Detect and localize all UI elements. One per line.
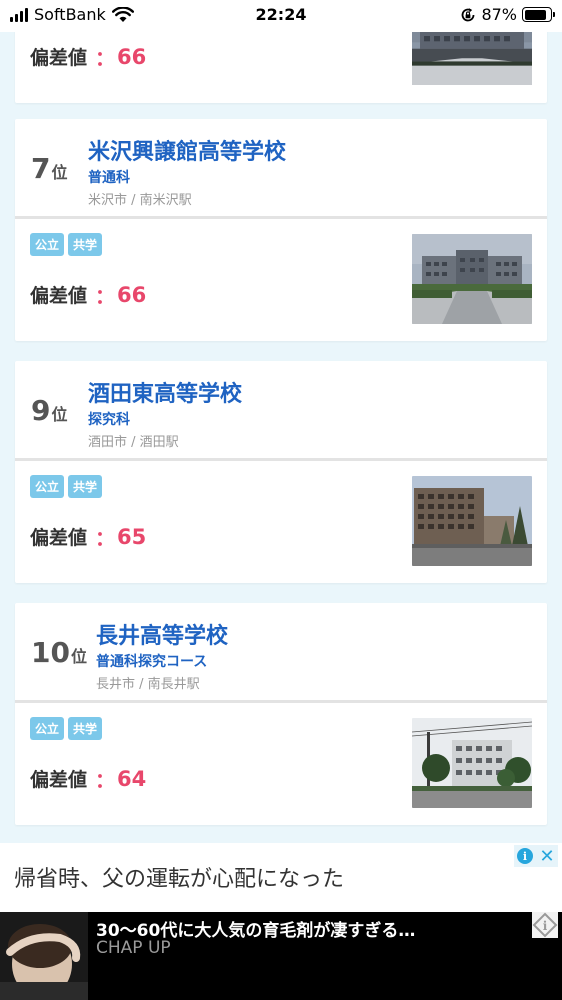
tag-list: 公立 共学 xyxy=(30,475,103,498)
ad-info-button[interactable]: i xyxy=(514,845,536,867)
school-card-header[interactable]: 7 位 米沢興譲館高等学校 普通科 米沢市 / 南米沢駅 xyxy=(15,119,547,219)
hensachi-colon: ： xyxy=(95,284,116,308)
school-card-header[interactable]: 10 位 長井高等学校 普通科探究コース 長井市 / 南長井駅 xyxy=(15,603,547,703)
course-name: 探究科 xyxy=(88,412,130,428)
ad-headline[interactable]: 帰省時、父の運転が心配になった xyxy=(14,861,344,893)
battery-fill xyxy=(524,9,547,20)
school-card[interactable]: 9 位 酒田東高等学校 探究科 酒田市 / 酒田駅 公立 共学 偏差値 ： 65 xyxy=(15,361,547,583)
tag-coed: 共学 xyxy=(68,233,103,256)
orientation-lock-icon xyxy=(462,7,475,21)
hensachi-value: 65 xyxy=(117,524,147,549)
school-location: 米沢市 / 南米沢駅 xyxy=(88,193,192,208)
rank-number: 9 xyxy=(31,394,51,427)
ad-choices-icon[interactable]: i xyxy=(532,912,558,938)
hensachi-row: 偏差値 ： 66 xyxy=(30,280,146,309)
signal-icon xyxy=(10,7,28,22)
hensachi-row: 偏差値 ： 64 xyxy=(30,764,146,793)
status-right: 87% xyxy=(460,5,555,24)
school-photo[interactable] xyxy=(412,718,532,808)
school-photo[interactable] xyxy=(412,234,532,324)
school-card-body: 公立 共学 偏差値 ： 66 xyxy=(15,219,547,341)
wifi-icon xyxy=(111,6,134,22)
course-name: 普通科探究コース xyxy=(96,654,208,670)
carrier-name: SoftBank xyxy=(34,5,106,24)
tag-list: 公立 共学 xyxy=(30,717,103,740)
hensachi-value: 66 xyxy=(117,282,147,307)
tag-public: 公立 xyxy=(30,717,65,740)
tag-coed: 共学 xyxy=(68,475,103,498)
ad-banner-brand: CHAP UP xyxy=(96,938,171,958)
hensachi-row: 偏差値 ： 66 xyxy=(30,42,146,71)
rank-number: 10 xyxy=(31,636,70,669)
school-card-body: 公立 共学 偏差値 ： 65 xyxy=(15,461,547,583)
rank: 9 位 xyxy=(31,394,68,427)
school-location: 長井市 / 南長井駅 xyxy=(96,677,200,692)
hensachi-colon: ： xyxy=(95,526,116,550)
hensachi-value: 64 xyxy=(117,766,147,791)
rank: 10 位 xyxy=(31,636,87,669)
hensachi-label: 偏差値 xyxy=(30,769,88,791)
info-icon: i xyxy=(517,848,533,864)
rank-suffix: 位 xyxy=(70,647,87,666)
rank-number: 7 xyxy=(31,152,51,185)
status-left: SoftBank xyxy=(10,5,134,24)
school-card[interactable]: 7 位 米沢興譲館高等学校 普通科 米沢市 / 南米沢駅 公立 共学 偏差値 ：… xyxy=(15,119,547,341)
hensachi-label: 偏差値 xyxy=(30,285,88,307)
school-photo[interactable] xyxy=(412,476,532,566)
hensachi-colon: ： xyxy=(95,768,116,792)
school-location: 酒田市 / 酒田駅 xyxy=(88,435,179,450)
hensachi-value: 66 xyxy=(117,44,147,69)
battery-icon xyxy=(522,7,555,22)
ad-thumbnail xyxy=(0,912,88,1000)
status-bar: SoftBank 22:24 87% xyxy=(0,0,562,32)
hensachi-row: 偏差値 ： 65 xyxy=(30,522,146,551)
hensachi-label: 偏差値 xyxy=(30,47,88,69)
battery-percent: 87% xyxy=(481,5,517,24)
hensachi-label: 偏差値 xyxy=(30,527,88,549)
ad-banner[interactable]: 30〜60代に大人気の育毛剤が凄すぎる… CHAP UP i xyxy=(0,912,562,1000)
close-icon: ✕ xyxy=(539,845,555,867)
rank-suffix: 位 xyxy=(51,405,68,424)
school-card-header[interactable]: 9 位 酒田東高等学校 探究科 酒田市 / 酒田駅 xyxy=(15,361,547,461)
tag-list: 公立 共学 xyxy=(30,233,103,256)
hensachi-colon: ： xyxy=(95,46,116,70)
school-card[interactable]: 10 位 長井高等学校 普通科探究コース 長井市 / 南長井駅 公立 共学 偏差… xyxy=(15,603,547,825)
ad-text-box[interactable]: 帰省時、父の運転が心配になった i ✕ xyxy=(0,843,562,912)
tag-public: 公立 xyxy=(30,233,65,256)
ad-close-button[interactable]: ✕ xyxy=(536,845,558,867)
rank-suffix: 位 xyxy=(51,163,68,182)
school-name-link[interactable]: 米沢興譲館高等学校 xyxy=(88,134,286,166)
school-name-link[interactable]: 酒田東高等学校 xyxy=(88,376,242,408)
school-card-body: 公立 共学 偏差値 ： 64 xyxy=(15,703,547,825)
svg-text:i: i xyxy=(543,919,548,933)
rank: 7 位 xyxy=(31,152,68,185)
tag-coed: 共学 xyxy=(68,717,103,740)
tag-public: 公立 xyxy=(30,475,65,498)
course-name: 普通科 xyxy=(88,170,130,186)
school-name-link[interactable]: 長井高等学校 xyxy=(96,618,228,650)
